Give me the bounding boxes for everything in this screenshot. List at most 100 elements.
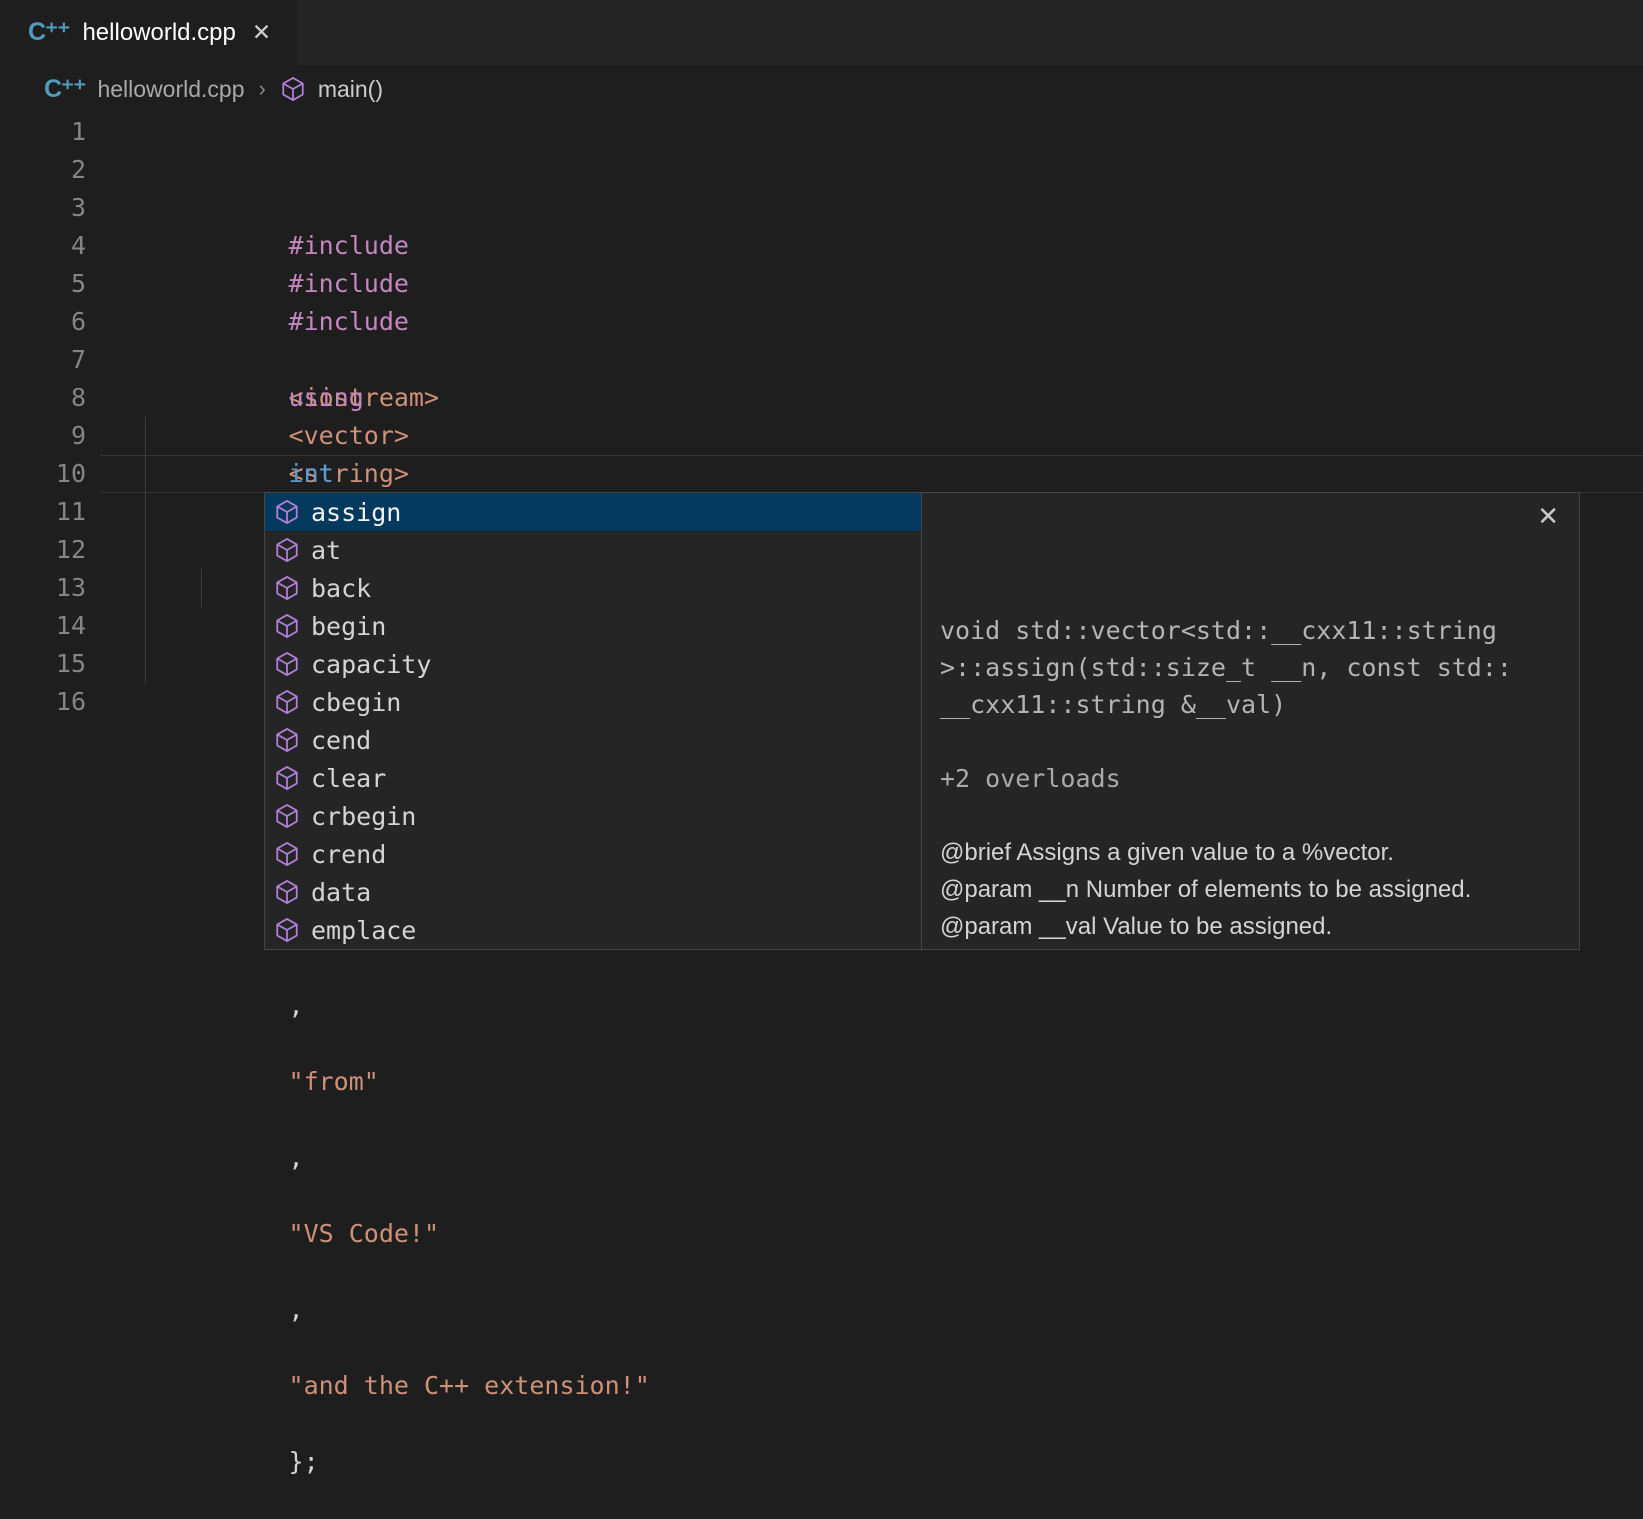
suggestion-item[interactable]: emplace [265,911,921,949]
line-number[interactable]: 4 [0,227,86,265]
symbol-method-icon [274,917,300,943]
cpp-file-icon: C⁺⁺ [28,20,69,45]
line-number[interactable]: 3 [0,189,86,227]
suggestion-label: crend [311,840,386,869]
doc-description: @brief Assigns a given value to a %vecto… [940,834,1559,949]
chevron-right-icon: › [258,76,265,102]
suggestion-label: clear [311,764,386,793]
cpp-file-icon: C⁺⁺ [44,77,85,102]
signature-line: __cxx11::string &__val) [940,686,1559,723]
symbol-method-icon [274,765,300,791]
code-content: vector<string> msg{ "Hello" , "C++" , "W… [86,417,650,455]
code-content [86,227,258,265]
code-content: #include <iostream> [86,113,439,151]
suggestion-label: capacity [311,650,431,679]
intellisense-suggest-widget: assign at back [264,492,1580,950]
doc-description-line: @brief Assigns a given value to a %vecto… [940,834,1559,871]
signature-line: void std::vector<std::__cxx11::string [940,612,1559,649]
code-content: { [86,379,304,417]
code-token: , [289,1295,319,1324]
suggestion-label: back [311,574,371,603]
suggestion-list[interactable]: assign at back [265,493,921,949]
symbol-method-icon [274,613,300,639]
suggestion-docs-panel: ✕ void std::vector<std::__cxx11::string>… [921,493,1579,949]
suggestion-label: at [311,536,341,565]
line-number[interactable]: 1 [0,113,86,151]
code-token: "VS Code!" [289,1219,440,1248]
symbol-method-icon [274,727,300,753]
symbol-method-icon [280,76,306,102]
suggestion-label: data [311,878,371,907]
code-line[interactable]: 1 #include <iostream> [0,113,1643,151]
code-line[interactable]: 10 msg. [0,455,1643,493]
suggestion-item[interactable]: at [265,531,921,569]
suggestion-item[interactable]: capacity [265,645,921,683]
code-line[interactable]: 4 [0,227,1643,265]
doc-description-line: @param __n Number of elements to be assi… [940,871,1559,908]
symbol-method-icon [274,689,300,715]
suggestion-item[interactable]: crend [265,835,921,873]
code-token: #include [289,307,409,336]
suggestion-item[interactable]: begin [265,607,921,645]
code-token: }; [289,1447,319,1476]
line-number[interactable]: 14 [0,607,86,645]
line-number[interactable]: 16 [0,683,86,721]
code-content [86,569,258,607]
suggestion-label: assign [311,498,401,527]
breadcrumb-symbol[interactable]: main() [318,76,383,103]
code-line[interactable]: 6 [0,303,1643,341]
doc-description-line [940,945,1559,949]
code-line[interactable]: 9 vector<string> msg{ "Hello" , "C++" , … [0,417,1643,455]
suggestion-item[interactable]: crbegin [265,797,921,835]
code-line[interactable]: 8 { [0,379,1643,417]
suggestion-item[interactable]: cbegin [265,683,921,721]
close-icon[interactable]: ✕ [252,21,271,44]
line-number[interactable]: 15 [0,645,86,683]
symbol-method-icon [274,651,300,677]
symbol-method-icon [274,499,300,525]
overloads-link[interactable]: +2 overloads [940,760,1559,797]
suggestion-item[interactable]: clear [265,759,921,797]
line-number[interactable]: 6 [0,303,86,341]
suggestion-label: begin [311,612,386,641]
code-token: #include [289,231,409,260]
code-content [86,303,258,341]
code-content: msg. [86,455,409,493]
line-number[interactable]: 12 [0,531,86,569]
signature-line: >::assign(std::size_t __n, const std:: [940,649,1559,686]
code-content: int main () [86,341,349,379]
suggestion-item[interactable]: cend [265,721,921,759]
code-token: , [289,991,319,1020]
line-number[interactable]: 5 [0,265,86,303]
suggestion-label: cend [311,726,371,755]
code-token: "and the C++ extension!" [289,1371,650,1400]
symbol-method-icon [274,879,300,905]
suggestion-label: emplace [311,916,416,945]
line-number[interactable]: 11 [0,493,86,531]
line-number[interactable]: 7 [0,341,86,379]
suggestion-item[interactable]: back [265,569,921,607]
tab-title: helloworld.cpp [82,19,235,47]
suggestion-label: crbegin [311,802,416,831]
symbol-method-icon [274,803,300,829]
close-icon[interactable]: ✕ [1537,503,1559,529]
line-number[interactable]: 9 [0,417,86,455]
code-content: #include <string> [86,189,409,227]
line-number[interactable]: 8 [0,379,86,417]
symbol-method-icon [274,537,300,563]
tab-bar: C⁺⁺ helloworld.cpp ✕ [0,0,1643,65]
line-number[interactable]: 10 [0,455,86,493]
suggestion-label: cbegin [311,688,401,717]
suggestion-item[interactable]: data [265,873,921,911]
breadcrumb-file[interactable]: helloworld.cpp [97,76,244,103]
suggestion-item[interactable]: assign [265,493,921,531]
line-number[interactable]: 2 [0,151,86,189]
line-number[interactable]: 13 [0,569,86,607]
code-content: #include <vector> [86,151,409,189]
code-line[interactable]: 3 #include <string> [0,189,1643,227]
code-line[interactable]: 2 #include <vector> [0,151,1643,189]
code-line[interactable]: 5 using namespace std ; [0,265,1643,303]
symbol-method-icon [274,575,300,601]
tab-helloworld-cpp[interactable]: C⁺⁺ helloworld.cpp ✕ [0,0,297,65]
code-line[interactable]: 7 int main () [0,341,1643,379]
